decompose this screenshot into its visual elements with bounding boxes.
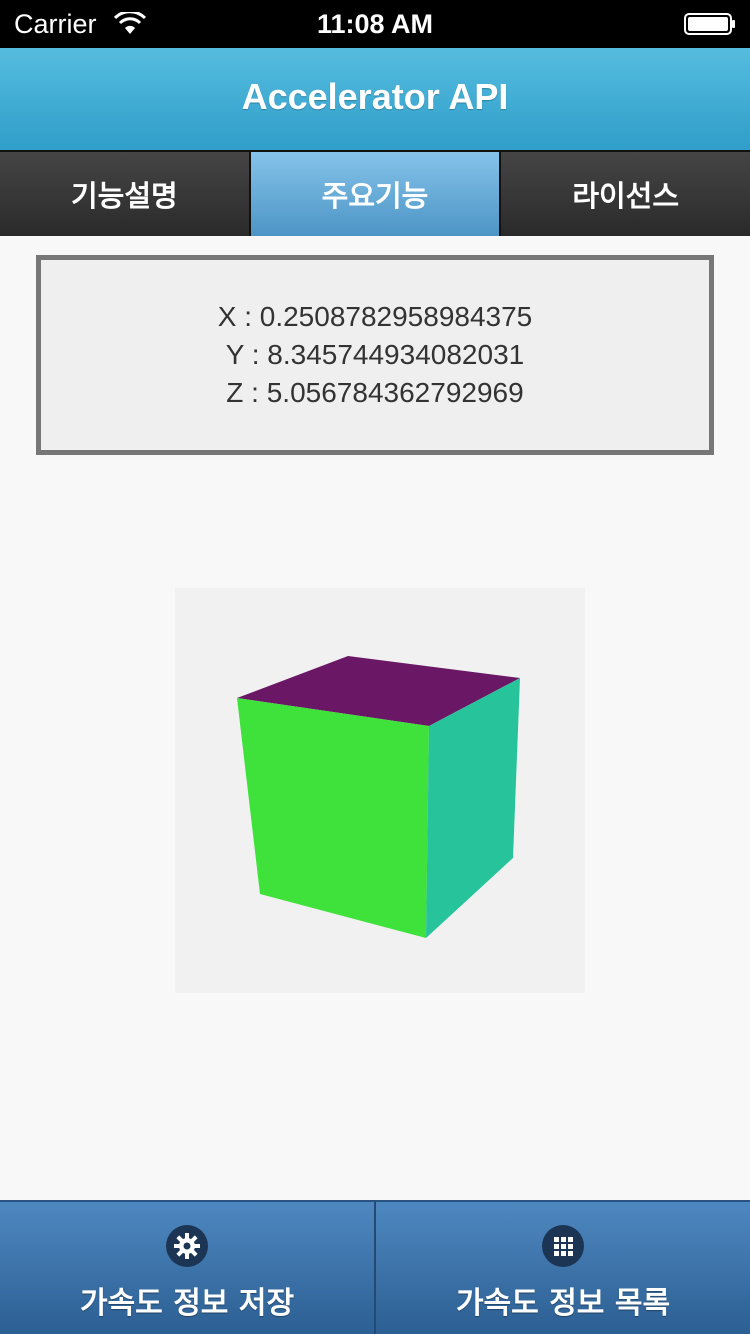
cube-view xyxy=(175,588,585,993)
tab-license[interactable]: 라이선스 xyxy=(501,150,750,236)
tab-bar: 기능설명 주요기능 라이선스 xyxy=(0,150,750,236)
readout-z: Z : 5.056784362792969 xyxy=(226,377,524,408)
cube-3d xyxy=(237,656,520,938)
status-time: 11:08 AM xyxy=(316,9,434,39)
accelerometer-readout: X : 0.2508782958984375 Y : 8.34574493408… xyxy=(36,255,714,455)
list-accel-label: 가속도 정보 목록 xyxy=(455,1286,671,1321)
bottom-toolbar: 가속도 정보 저장 가속도 정보 목록 xyxy=(0,1200,750,1334)
cube-front-face xyxy=(237,698,429,938)
nav-header: Accelerator API xyxy=(0,48,750,150)
gear-icon xyxy=(166,1225,208,1267)
save-accel-label: 가속도 정보 저장 xyxy=(79,1286,295,1321)
grid-icon xyxy=(542,1225,584,1267)
tab-main-features[interactable]: 주요기능 xyxy=(250,150,502,236)
battery-icon xyxy=(684,13,735,35)
readout-y: Y : 8.345744934082031 xyxy=(225,339,525,370)
status-bar: Carrier 11:08 AM xyxy=(0,0,750,48)
readout-x: X : 0.2508782958984375 xyxy=(217,301,533,332)
tab-description[interactable]: 기능설명 xyxy=(0,150,251,236)
app-screen: Carrier 11:08 AM Accelerator API 기능설명 주요… xyxy=(0,0,750,1334)
page-title: Accelerator API xyxy=(241,76,509,117)
save-accel-button[interactable]: 가속도 정보 저장 xyxy=(0,1200,374,1334)
list-accel-button[interactable]: 가속도 정보 목록 xyxy=(374,1200,750,1334)
